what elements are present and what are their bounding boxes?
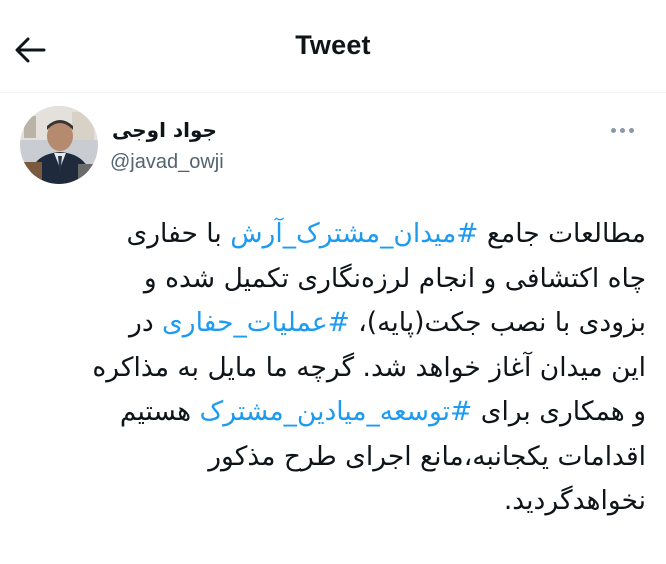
tweet-text-segment: اقدامات یکجانبه،مانع اجرای طرح مذکور xyxy=(208,440,646,472)
hashtag-link[interactable]: #میدان_مشترک_آرش xyxy=(230,218,478,249)
tweet-text-segment: و همکاری برای xyxy=(472,396,646,427)
tweet-text-segment: نخواهدگردید. xyxy=(503,485,646,516)
tweet-line: مطالعات جامع #میدان_مشترک_آرش با حفاری xyxy=(20,212,646,257)
more-horizontal-icon-dot xyxy=(619,127,625,133)
top-bar: Tweet xyxy=(0,0,666,93)
tweet-text-segment: مطالعات جامع xyxy=(478,218,646,249)
hashtag-link[interactable]: #عملیات_حفاری xyxy=(162,307,350,338)
tweet-text-segment: بزودی با نصب جکت(پایه)، xyxy=(349,307,646,338)
tweet-text-segment: این میدان آغاز خواهد شد. گرچه ما مایل به… xyxy=(92,351,646,383)
hashtag-link[interactable]: #توسعه_میادین_مشترک xyxy=(200,396,473,427)
page-title: Tweet xyxy=(295,30,371,60)
more-horizontal-icon-dot xyxy=(628,127,634,133)
tweet-line: اقدامات یکجانبه،مانع اجرای طرح مذکور xyxy=(20,435,646,480)
tweet-line: نخواهدگردید. xyxy=(20,479,646,524)
tweet-line: و همکاری برای #توسعه_میادین_مشترک هستیم xyxy=(20,390,646,435)
more-options-button[interactable] xyxy=(604,118,640,142)
avatar[interactable] xyxy=(20,106,98,184)
tweet-text-segment: با حفاری xyxy=(126,218,231,249)
author-display-name[interactable]: جواد اوجی xyxy=(112,118,217,142)
more-horizontal-icon xyxy=(610,127,616,133)
tweet-text-segment: در xyxy=(129,307,163,338)
tweet-text: مطالعات جامع #میدان_مشترک_آرش با حفاری چا… xyxy=(20,212,646,524)
tweet-line: بزودی با نصب جکت(پایه)، #عملیات_حفاری در xyxy=(20,301,646,346)
tweet-line: چاه اکتشافی و انجام لرزه‌نگاری تکمیل شده… xyxy=(20,257,646,302)
tweet-text-segment: هستیم xyxy=(119,396,200,427)
profile-photo-icon xyxy=(20,106,98,184)
tweet-line: این میدان آغاز خواهد شد. گرچه ما مایل به… xyxy=(20,346,646,391)
author-handle[interactable]: @javad_owji xyxy=(110,151,224,174)
tweet-text-segment: چاه اکتشافی و انجام لرزه‌نگاری تکمیل شده… xyxy=(143,262,646,294)
